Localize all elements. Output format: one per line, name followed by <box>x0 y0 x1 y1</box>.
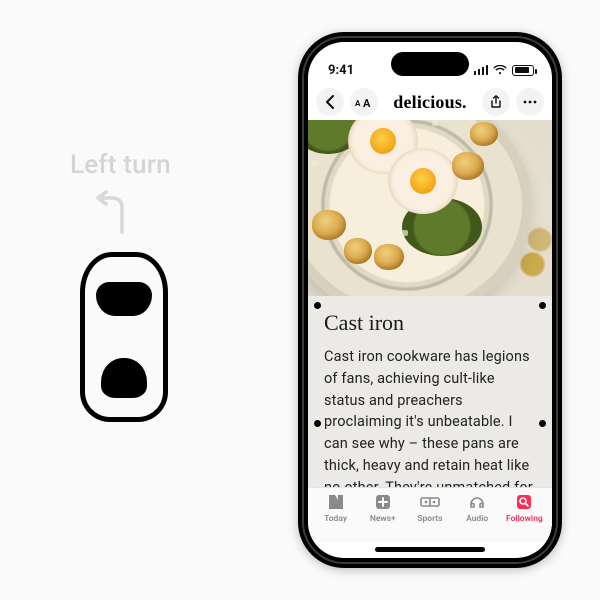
svg-text:A: A <box>355 99 361 108</box>
following-icon <box>515 492 533 512</box>
text-size-button[interactable]: AA <box>350 88 378 116</box>
back-button[interactable] <box>316 88 344 116</box>
selection-handle-icon <box>314 420 321 427</box>
article-body[interactable]: Cast iron Cast iron cookware has legions… <box>308 296 552 487</box>
article-paragraph: Cast iron cookware has legions of fans, … <box>324 346 536 487</box>
tab-label: Today <box>324 514 347 524</box>
today-icon <box>327 492 345 512</box>
tab-label: Audio <box>466 514 488 524</box>
battery-icon <box>512 65 534 76</box>
share-button[interactable] <box>482 88 510 116</box>
iphone-device-frame: 9:41 AA delicious. <box>298 32 562 568</box>
svg-text:A: A <box>363 97 371 108</box>
more-button[interactable] <box>516 88 544 116</box>
tab-audio[interactable]: Audio <box>455 492 499 524</box>
tab-bar: Today News+ Sports Audio <box>308 487 552 543</box>
article-heading: Cast iron <box>324 310 536 336</box>
status-time: 9:41 <box>328 63 354 78</box>
driving-hint: Left turn <box>70 150 240 422</box>
left-turn-arrow-icon <box>92 188 134 234</box>
wifi-icon <box>493 65 507 75</box>
tab-today[interactable]: Today <box>314 492 358 524</box>
newsplus-icon <box>374 492 392 512</box>
home-indicator[interactable] <box>375 547 485 552</box>
tab-sports[interactable]: Sports <box>408 492 452 524</box>
selection-handle-icon <box>539 420 546 427</box>
sports-icon <box>420 492 440 512</box>
tab-label: Sports <box>417 514 442 524</box>
article-nav-bar: AA delicious. <box>308 84 552 120</box>
audio-icon <box>468 492 486 512</box>
cellular-signal-icon <box>474 65 489 75</box>
article-hero-image <box>308 120 552 296</box>
tab-following[interactable]: Following <box>502 492 546 524</box>
publication-title: delicious. <box>384 92 476 113</box>
tab-label: News+ <box>370 514 396 524</box>
car-icon <box>80 252 168 422</box>
tab-newsplus[interactable]: News+ <box>361 492 405 524</box>
left-turn-label: Left turn <box>70 150 171 180</box>
phone-screen: 9:41 AA delicious. <box>308 42 552 558</box>
selection-handle-icon <box>314 302 321 309</box>
tab-label: Following <box>506 514 543 524</box>
selection-handle-icon <box>539 302 546 309</box>
dynamic-island <box>391 52 469 76</box>
